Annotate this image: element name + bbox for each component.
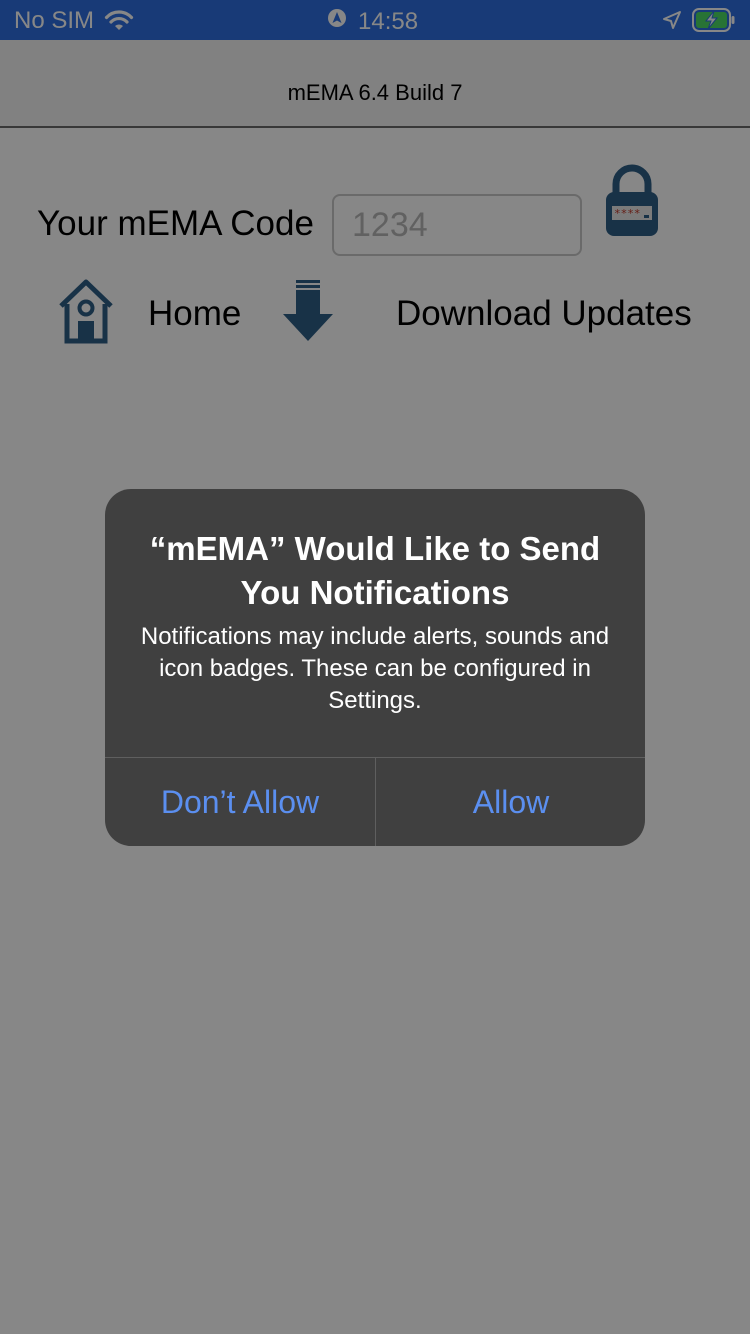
allow-button[interactable]: Allow — [376, 758, 645, 846]
notification-permission-alert: “mEMA” Would Like to Send You Notificati… — [105, 489, 645, 846]
alert-title: “mEMA” Would Like to Send You Notificati… — [149, 530, 601, 611]
alert-message: Notifications may include alerts, sounds… — [140, 623, 610, 714]
dont-allow-button[interactable]: Don’t Allow — [105, 758, 375, 846]
